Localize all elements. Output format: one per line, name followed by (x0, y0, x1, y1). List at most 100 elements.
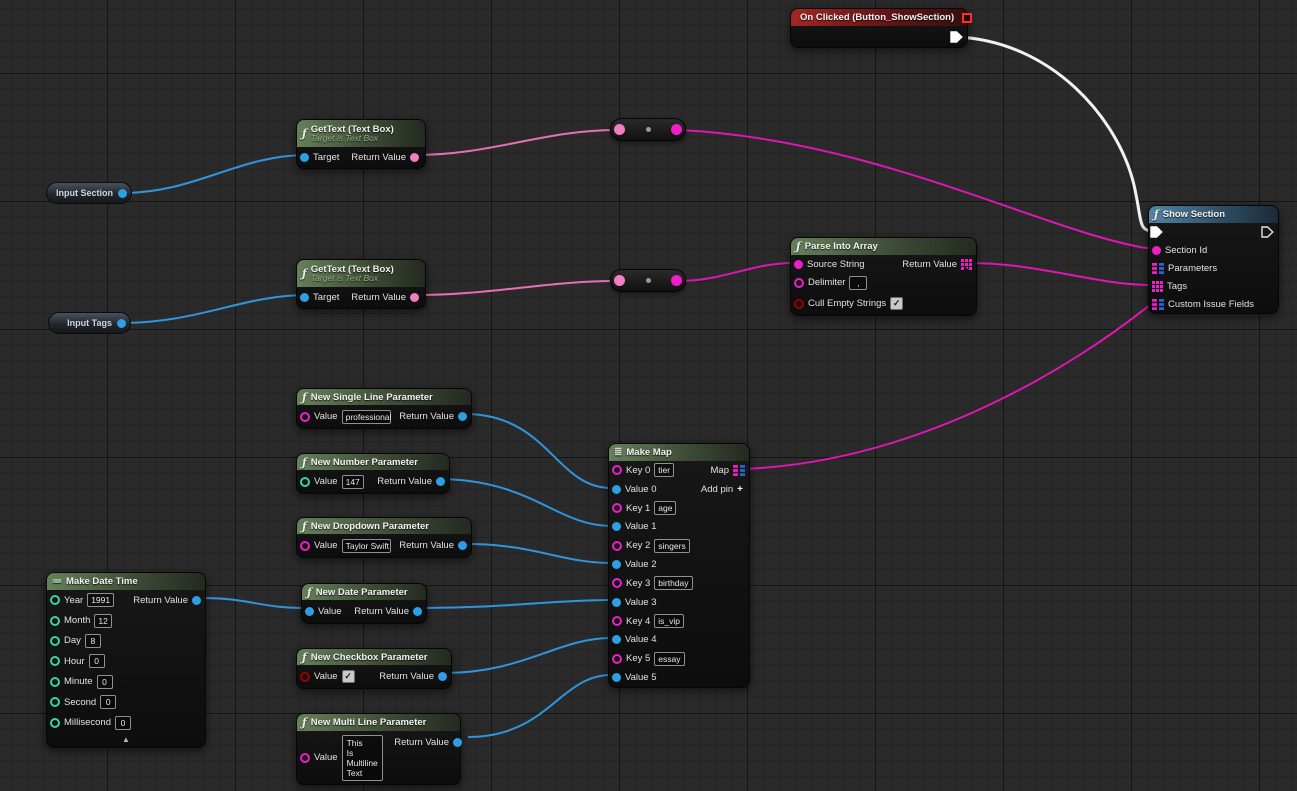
value-pin[interactable] (300, 477, 310, 487)
return-value-pin[interactable] (458, 541, 467, 550)
return-value-pin[interactable] (410, 293, 419, 302)
key-0-field[interactable]: tier (654, 463, 674, 477)
node-header[interactable]: ƒ New Dropdown Parameter (297, 518, 471, 534)
convert-input-pin[interactable] (614, 275, 625, 286)
node-header[interactable]: ƒ New Multi Line Parameter (297, 714, 460, 731)
convert-output-pin[interactable] (671, 124, 682, 135)
node-header[interactable]: ƒ New Single Line Parameter (297, 389, 471, 405)
delegate-pin[interactable] (962, 13, 972, 23)
section-id-pin[interactable] (1152, 246, 1161, 255)
node-header[interactable]: ƒ New Number Parameter (297, 454, 449, 470)
return-value-pin[interactable] (410, 153, 419, 162)
minute-pin[interactable] (50, 677, 60, 687)
year-field[interactable]: 1991 (87, 593, 114, 607)
node-header[interactable]: ƒ Parse Into Array (791, 238, 976, 255)
hour-pin[interactable] (50, 656, 60, 666)
day-field[interactable]: 8 (85, 634, 101, 648)
value-4-pin[interactable] (612, 635, 621, 644)
tags-array-pin[interactable] (1152, 281, 1163, 292)
node-convert-text-to-string-tags[interactable] (610, 269, 686, 292)
custom-issue-fields-map-pin[interactable] (1152, 299, 1164, 310)
node-new-single-line-parameter[interactable]: ƒ New Single Line Parameter Value profes… (296, 388, 472, 429)
key-3-pin[interactable] (612, 578, 622, 588)
convert-input-pin[interactable] (614, 124, 625, 135)
delimiter-pin[interactable] (794, 278, 804, 288)
node-header[interactable]: ≔ Make Date Time (47, 573, 205, 590)
value-pin[interactable] (300, 541, 310, 551)
node-parse-into-array[interactable]: ƒ Parse Into Array Source String Return … (790, 237, 977, 316)
hour-field[interactable]: 0 (89, 654, 105, 668)
exec-output-pin[interactable] (1261, 226, 1274, 238)
key-5-field[interactable]: essay (654, 652, 684, 666)
day-pin[interactable] (50, 636, 60, 646)
source-string-pin[interactable] (794, 260, 803, 269)
delimiter-field[interactable]: , (849, 276, 867, 290)
value-pin[interactable] (305, 607, 314, 616)
key-1-pin[interactable] (612, 503, 622, 513)
node-on-clicked[interactable]: On Clicked (Button_ShowSection) (790, 8, 968, 48)
value-3-pin[interactable] (612, 598, 621, 607)
target-pin[interactable] (300, 293, 309, 302)
node-new-dropdown-parameter[interactable]: ƒ New Dropdown Parameter Value Taylor Sw… (296, 517, 472, 558)
second-pin[interactable] (50, 697, 60, 707)
month-pin[interactable] (50, 616, 60, 626)
variable-input-tags[interactable]: Input Tags (48, 312, 131, 334)
node-make-map[interactable]: ≣ Make Map Key 0 tier Map Value 0 Add pi… (608, 443, 750, 688)
value-field[interactable]: This Is Multiline Text (342, 735, 383, 781)
map-output-pin[interactable] (733, 465, 745, 476)
exec-output-pin[interactable] (950, 31, 963, 43)
target-pin[interactable] (300, 153, 309, 162)
node-header[interactable]: ƒ GetText (Text Box) Target is Text Box (297, 120, 425, 147)
node-show-section[interactable]: ƒ Show Section Section Id Parameters Tag… (1148, 205, 1279, 314)
value-1-pin[interactable] (612, 522, 621, 531)
node-gettext-section[interactable]: ƒ GetText (Text Box) Target is Text Box … (296, 119, 426, 169)
value-pin[interactable] (300, 672, 310, 682)
convert-output-pin[interactable] (671, 275, 682, 286)
value-field[interactable]: professional (342, 410, 392, 424)
value-field[interactable]: 147 (342, 475, 364, 489)
key-0-pin[interactable] (612, 465, 622, 475)
exec-input-pin[interactable] (1150, 226, 1163, 238)
node-gettext-tags[interactable]: ƒ GetText (Text Box) Target is Text Box … (296, 259, 426, 309)
return-value-pin[interactable] (192, 596, 201, 605)
year-pin[interactable] (50, 595, 60, 605)
node-header[interactable]: On Clicked (Button_ShowSection) (791, 9, 967, 26)
return-value-pin[interactable] (458, 412, 467, 421)
node-convert-text-to-string-section[interactable] (610, 118, 686, 141)
cull-empty-strings-checkbox[interactable]: ✓ (890, 297, 903, 310)
key-2-pin[interactable] (612, 541, 622, 551)
node-new-date-parameter[interactable]: ƒ New Date Parameter Value Return Value (301, 583, 427, 624)
node-header[interactable]: ƒ New Checkbox Parameter (297, 649, 451, 665)
variable-input-section[interactable]: Input Section (46, 182, 132, 204)
return-value-pin[interactable] (438, 672, 447, 681)
value-field[interactable]: Taylor Swift (342, 539, 392, 553)
return-value-pin[interactable] (413, 607, 422, 616)
node-header[interactable]: ≣ Make Map (609, 444, 749, 461)
variable-output-pin[interactable] (117, 319, 126, 328)
value-pin[interactable] (300, 412, 310, 422)
return-value-pin[interactable] (453, 738, 462, 747)
value-pin[interactable] (300, 753, 310, 763)
node-header[interactable]: ƒ Show Section (1149, 206, 1278, 223)
node-new-number-parameter[interactable]: ƒ New Number Parameter Value 147 Return … (296, 453, 450, 494)
cull-empty-strings-pin[interactable] (794, 299, 804, 309)
value-2-pin[interactable] (612, 560, 621, 569)
collapse-arrow[interactable]: ▲ (47, 733, 205, 747)
return-array-pin[interactable] (961, 259, 972, 270)
parameters-map-pin[interactable] (1152, 263, 1164, 274)
key-4-pin[interactable] (612, 616, 622, 626)
variable-output-pin[interactable] (118, 189, 127, 198)
node-header[interactable]: ƒ New Date Parameter (302, 584, 426, 600)
value-checkbox[interactable]: ✓ (342, 670, 355, 683)
month-field[interactable]: 12 (94, 614, 111, 628)
node-new-multi-line-parameter[interactable]: ƒ New Multi Line Parameter Value This Is… (296, 713, 461, 785)
node-header[interactable]: ƒ GetText (Text Box) Target is Text Box (297, 260, 425, 287)
millisecond-field[interactable]: 0 (115, 716, 131, 730)
return-value-pin[interactable] (436, 477, 445, 486)
add-pin-button[interactable]: + (737, 484, 743, 495)
key-4-field[interactable]: is_vip (654, 614, 684, 628)
value-5-pin[interactable] (612, 673, 621, 682)
minute-field[interactable]: 0 (97, 675, 113, 689)
node-new-checkbox-parameter[interactable]: ƒ New Checkbox Parameter Value ✓ Return … (296, 648, 452, 689)
key-5-pin[interactable] (612, 654, 622, 664)
